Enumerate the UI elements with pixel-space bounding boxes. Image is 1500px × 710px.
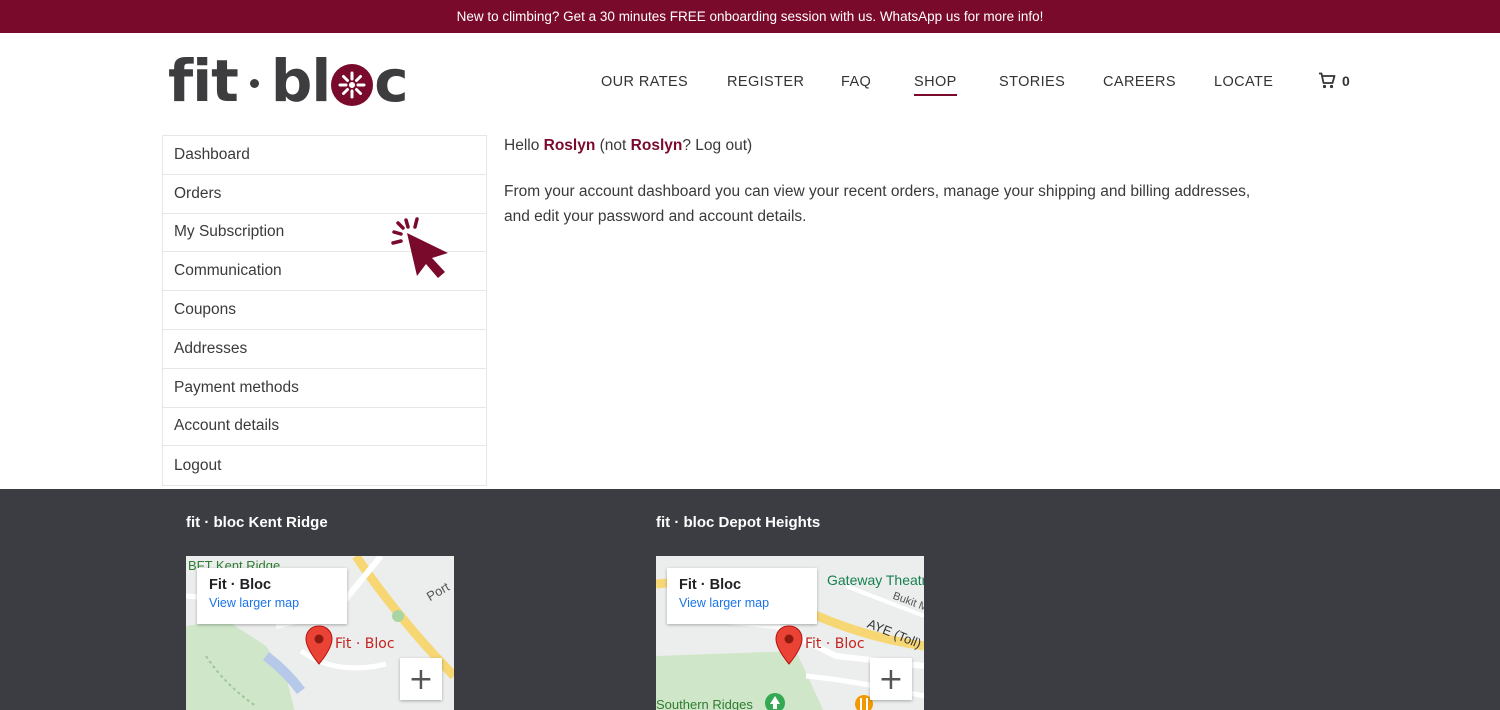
greeting-username-alt: Roslyn	[630, 137, 683, 154]
park-icon	[765, 693, 785, 710]
map-info-card: Fit · Bloc View larger map	[197, 568, 347, 624]
logout-link[interactable]: ? Log out)	[682, 137, 752, 154]
nav-our-rates[interactable]: OUR RATES	[601, 74, 688, 90]
site-header: fit bl c OUR RATES REGISTER FAQ SHOP STO…	[0, 33, 1500, 133]
site-footer: fit · bloc Kent Ridge BFT Kent Ridge Por…	[0, 489, 1500, 710]
account-nav-logout[interactable]: Logout	[163, 446, 486, 485]
map-zoom-in-button[interactable]: +	[870, 658, 912, 700]
nav-faq[interactable]: FAQ	[841, 74, 871, 90]
cart-icon	[1319, 72, 1336, 89]
nav-careers[interactable]: CAREERS	[1103, 74, 1176, 90]
map-depot-heights[interactable]: Gateway Theatre Bukit M AYE (Toll) South…	[656, 556, 924, 710]
logo-dot	[249, 78, 259, 88]
logo-text-fit: fit	[168, 47, 239, 115]
nav-stories[interactable]: STORIES	[999, 74, 1065, 90]
fitbloc-logo[interactable]: fit bl c	[168, 47, 409, 115]
map-kent-ridge[interactable]: BFT Kent Ridge Port Fit · Bloc View larg…	[186, 556, 454, 710]
nav-locate[interactable]: LOCATE	[1214, 74, 1273, 90]
account-nav-payment-methods[interactable]: Payment methods	[163, 369, 486, 408]
account-nav-coupons[interactable]: Coupons	[163, 291, 486, 330]
map-zoom-in-button[interactable]: +	[400, 658, 442, 700]
announcement-bar: New to climbing? Get a 30 minutes FREE o…	[0, 0, 1500, 33]
location-title-depot-heights: fit · bloc Depot Heights	[656, 514, 821, 531]
snowflake-icon	[331, 64, 374, 106]
map-street-label: Gateway Theatre	[827, 572, 924, 588]
logo-text-bl: bl	[270, 47, 331, 115]
greeting-not: (not	[599, 137, 627, 154]
account-nav-dashboard[interactable]: Dashboard	[163, 136, 486, 175]
map-pin-label: Fit · Bloc	[335, 636, 395, 652]
greeting: Hello Roslyn (not Roslyn? Log out)	[504, 133, 1264, 158]
click-pointer-icon	[391, 217, 448, 278]
map-pin-icon[interactable]	[775, 625, 803, 665]
nav-shop[interactable]: SHOP	[914, 74, 957, 96]
map-card-title: Fit · Bloc	[209, 577, 272, 593]
account-nav-addresses[interactable]: Addresses	[163, 330, 486, 369]
account-nav-orders[interactable]: Orders	[163, 175, 486, 214]
account-nav-account-details[interactable]: Account details	[163, 408, 486, 447]
map-pin-icon[interactable]	[305, 625, 333, 665]
account-navigation: Dashboard Orders My Subscription Communi…	[162, 135, 487, 487]
greeting-username: Roslyn	[543, 137, 596, 154]
nav-register[interactable]: REGISTER	[727, 74, 804, 90]
cart-button[interactable]: 0	[1318, 72, 1350, 89]
cart-count: 0	[1342, 72, 1350, 89]
greeting-hello: Hello	[504, 137, 540, 154]
map-info-card: Fit · Bloc View larger map	[667, 568, 817, 624]
map-street-label: Southern Ridges	[656, 697, 753, 710]
view-larger-map-link[interactable]: View larger map	[209, 596, 335, 610]
map-pin-label: Fit · Bloc	[805, 636, 865, 652]
dashboard-description: From your account dashboard you can view…	[504, 183, 1251, 225]
announcement-text: New to climbing? Get a 30 minutes FREE o…	[456, 9, 1044, 24]
dashboard-content: Hello Roslyn (not Roslyn? Log out) From …	[504, 133, 1264, 229]
view-larger-map-link[interactable]: View larger map	[679, 596, 805, 610]
location-title-kent-ridge: fit · bloc Kent Ridge	[186, 514, 328, 531]
logo-text-c: c	[374, 47, 408, 115]
map-card-title: Fit · Bloc	[679, 577, 742, 593]
